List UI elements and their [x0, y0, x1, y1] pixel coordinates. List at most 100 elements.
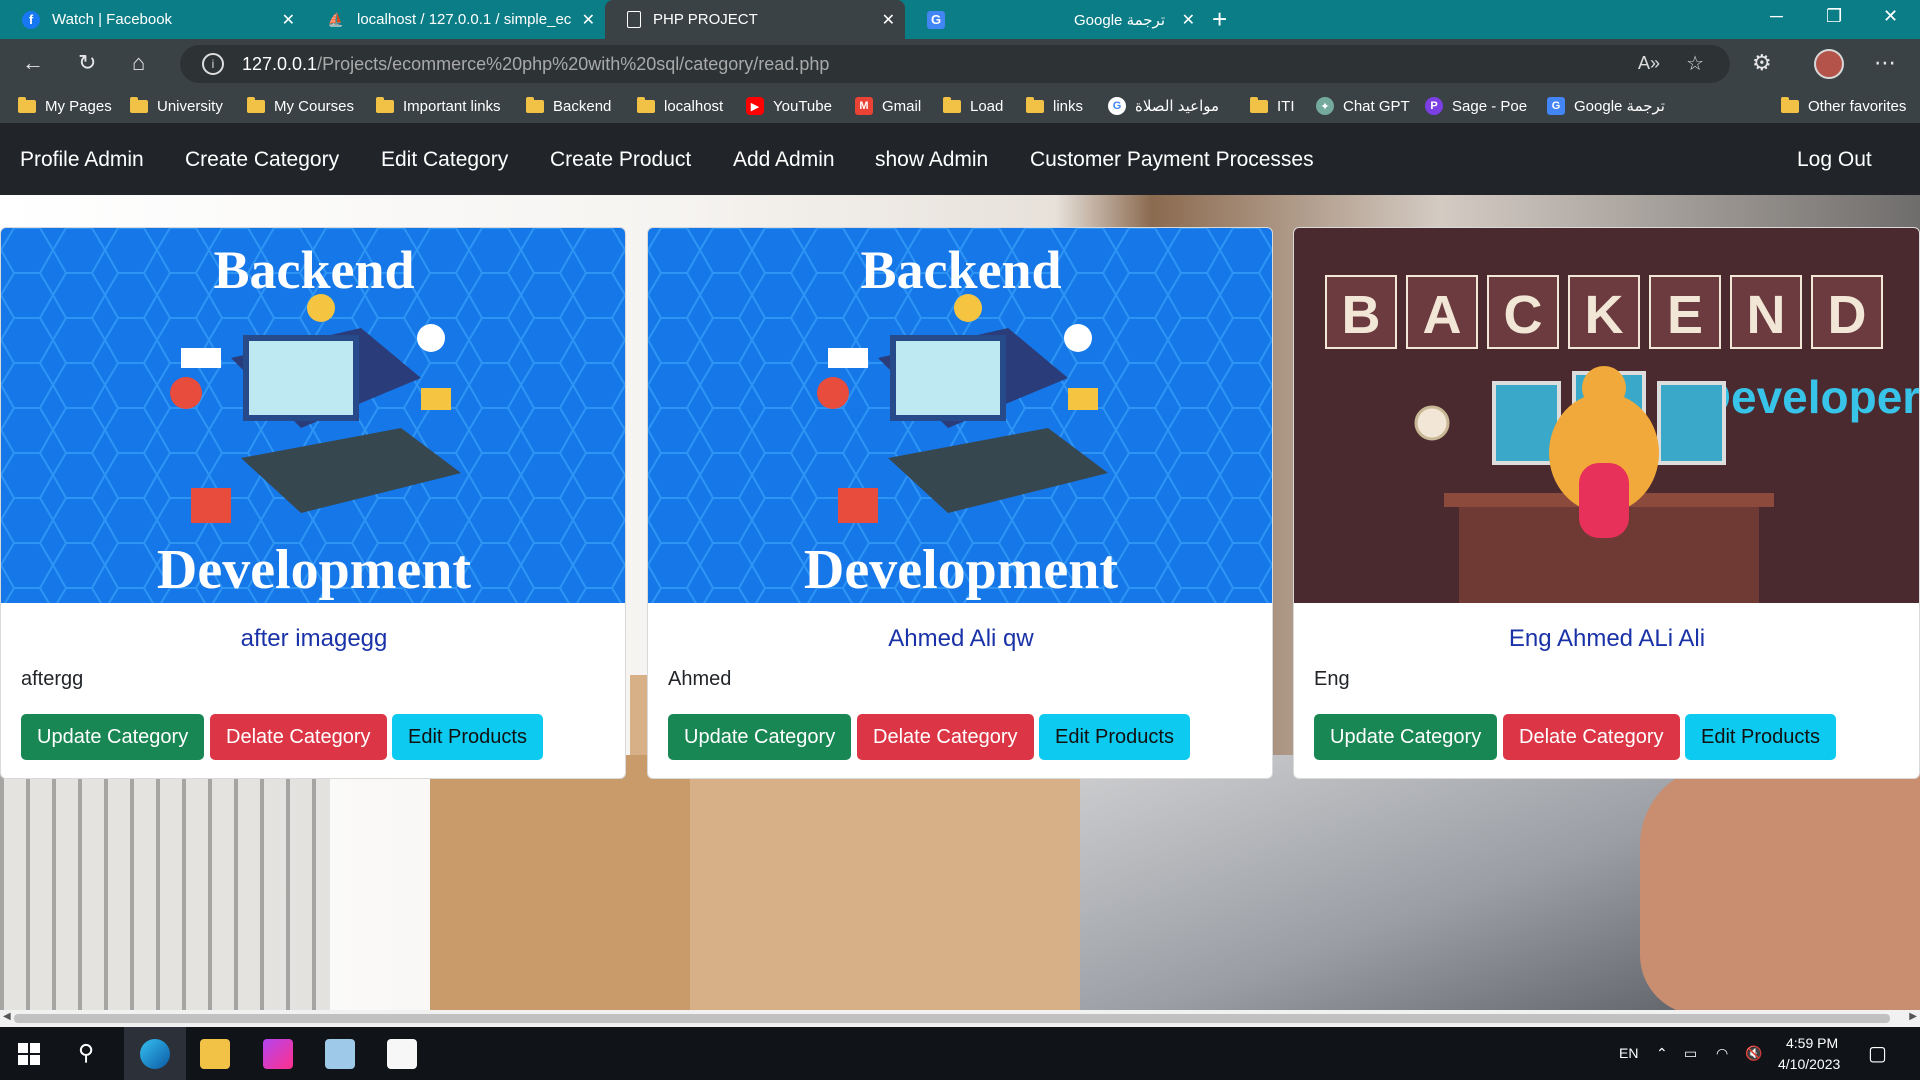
windows-taskbar: ⚲ EN ⌃ ▭ ◠ 🔇 4:59 PM 4/10/2023 ▢ — [0, 1027, 1920, 1080]
favorite-item[interactable]: M Gmail — [855, 96, 921, 116]
favorite-item[interactable]: ✦ Chat GPT — [1316, 96, 1410, 116]
horizontal-scrollbar[interactable]: ◀ ▶ — [0, 1010, 1920, 1027]
app-icon[interactable] — [325, 1039, 355, 1069]
tab-facebook[interactable]: f Watch | Facebook ✕ — [0, 0, 305, 39]
info-icon[interactable]: i — [202, 53, 224, 75]
close-icon[interactable]: ✕ — [1182, 10, 1195, 30]
restore-icon[interactable]: ❐ — [1826, 6, 1842, 27]
favorite-item[interactable]: My Courses — [247, 96, 354, 116]
scroll-left-icon[interactable]: ◀ — [3, 1011, 11, 1022]
favorite-item[interactable]: ITI — [1250, 96, 1295, 116]
volume-muted-icon[interactable]: 🔇 — [1745, 1045, 1762, 1062]
close-icon[interactable]: ✕ — [582, 10, 595, 30]
windows-start-icon[interactable] — [18, 1043, 40, 1065]
url-path: /Projects/ecommerce%20php%20with%20sql/c… — [317, 54, 830, 74]
wifi-icon[interactable]: ◠ — [1716, 1045, 1728, 1062]
category-card: B A C K E N D Developer Eng Ahmed ALi Al… — [1293, 227, 1920, 779]
tab-php-project[interactable]: PHP PROJECT ✕ — [605, 0, 905, 39]
clock-time[interactable]: 4:59 PM — [1786, 1035, 1838, 1051]
folder-icon — [130, 96, 148, 113]
file-explorer-icon[interactable] — [200, 1039, 230, 1069]
favorite-item[interactable]: University — [130, 96, 223, 116]
home-icon[interactable]: ⌂ — [132, 50, 145, 76]
category-card: Backend Development after imagegg afterg… — [0, 227, 626, 779]
svg-text:Backend: Backend — [860, 240, 1061, 300]
url-host: 127.0.0.1 — [242, 54, 318, 74]
chevron-up-icon[interactable]: ⌃ — [1656, 1045, 1668, 1062]
search-icon[interactable]: ⚲ — [78, 1040, 94, 1066]
favorite-item[interactable]: G مواعيد الصلاة — [1108, 96, 1219, 116]
background-photo-hand — [1640, 765, 1920, 1010]
address-toolbar: ← ↻ ⌂ i 127.0.0.1/Projects/ecommerce%20p… — [0, 39, 1920, 89]
phpstorm-icon[interactable] — [263, 1039, 293, 1069]
nav-customer-payment[interactable]: Customer Payment Processes — [1030, 148, 1314, 172]
minimize-icon[interactable]: ─ — [1770, 6, 1783, 27]
update-category-button[interactable]: Update Category — [668, 714, 852, 760]
favorite-item[interactable]: localhost — [637, 96, 723, 116]
edge-icon[interactable] — [140, 1039, 170, 1069]
nav-logout[interactable]: Log Out — [1797, 148, 1872, 172]
background-photo-bag — [430, 755, 690, 1010]
tab-title: Google ترجمة — [1074, 11, 1165, 29]
admin-navbar: Profile Admin Create Category Edit Categ… — [0, 123, 1920, 195]
edit-products-button[interactable]: Edit Products — [392, 714, 543, 760]
scroll-right-icon[interactable]: ▶ — [1909, 1011, 1917, 1022]
facebook-icon: f — [22, 10, 40, 29]
card-description: aftergg — [21, 668, 84, 690]
delete-category-button[interactable]: Delate Category — [210, 714, 387, 760]
card-title: Eng Ahmed ALi Ali — [1508, 625, 1706, 652]
delete-category-button[interactable]: Delate Category — [857, 714, 1034, 760]
window-close-icon[interactable]: ✕ — [1883, 6, 1898, 27]
close-icon[interactable]: ✕ — [282, 10, 295, 30]
nav-add-admin[interactable]: Add Admin — [733, 148, 835, 172]
back-icon[interactable]: ← — [22, 50, 44, 76]
extensions-icon[interactable]: ⚙ — [1752, 50, 1772, 76]
google-translate-icon: G — [927, 10, 945, 29]
card-image: Backend Development — [648, 228, 1272, 603]
favorite-item[interactable]: P Sage - Poe — [1425, 96, 1527, 116]
language-indicator[interactable]: EN — [1619, 1045, 1638, 1061]
tab-title: PHP PROJECT — [653, 11, 758, 28]
tab-google-translate[interactable]: G Google ترجمة ✕ — [905, 0, 1205, 39]
favorite-item[interactable]: Load — [943, 96, 1003, 116]
browser-tab-strip: f Watch | Facebook ✕ ⛵ localhost / 127.0… — [0, 0, 1920, 39]
refresh-icon[interactable]: ↻ — [78, 50, 96, 76]
favorite-item[interactable]: Backend — [526, 96, 611, 116]
nav-edit-category[interactable]: Edit Category — [381, 148, 508, 172]
favorite-item[interactable]: Other favorites — [1781, 96, 1906, 116]
nav-create-product[interactable]: Create Product — [550, 148, 691, 172]
google-icon: G — [1108, 97, 1126, 115]
nav-show-admin[interactable]: show Admin — [875, 148, 988, 172]
favorite-item[interactable]: My Pages — [18, 96, 112, 116]
chatgpt-icon: ✦ — [1316, 97, 1334, 115]
battery-icon[interactable]: ▭ — [1684, 1045, 1697, 1062]
more-menu-icon[interactable]: ⋯ — [1874, 50, 1896, 76]
update-category-button[interactable]: Update Category — [21, 714, 205, 760]
read-aloud-icon[interactable]: A» — [1638, 53, 1660, 74]
app-icon[interactable] — [387, 1039, 417, 1069]
edit-products-button[interactable]: Edit Products — [1685, 714, 1836, 760]
card-title: Ahmed Ali qw — [888, 625, 1034, 652]
nav-create-category[interactable]: Create Category — [185, 148, 339, 172]
svg-text:E: E — [1667, 285, 1703, 345]
card-description: Eng — [1314, 668, 1350, 690]
notifications-icon[interactable]: ▢ — [1868, 1041, 1887, 1066]
scrollbar-thumb[interactable] — [14, 1014, 1890, 1023]
favorite-item[interactable]: ▶ YouTube — [746, 96, 832, 116]
new-tab-icon[interactable]: + — [1212, 4, 1227, 35]
avatar[interactable] — [1814, 49, 1844, 79]
close-icon[interactable]: ✕ — [882, 10, 895, 30]
poe-icon: P — [1425, 97, 1443, 115]
favorite-item[interactable]: Important links — [376, 96, 501, 116]
favorite-item[interactable]: G Google ترجمة — [1547, 96, 1665, 116]
tab-phpmyadmin[interactable]: ⛵ localhost / 127.0.0.1 / simple_ec ✕ — [305, 0, 605, 39]
update-category-button[interactable]: Update Category — [1314, 714, 1498, 760]
favorite-item[interactable]: links — [1026, 96, 1083, 116]
clock-date[interactable]: 4/10/2023 — [1778, 1056, 1840, 1072]
favorite-star-icon[interactable]: ☆ — [1686, 51, 1704, 76]
folder-icon — [1026, 96, 1044, 113]
delete-category-button[interactable]: Delate Category — [1503, 714, 1680, 760]
nav-profile-admin[interactable]: Profile Admin — [20, 148, 144, 172]
url-bar[interactable]: i 127.0.0.1/Projects/ecommerce%20php%20w… — [180, 45, 1730, 83]
edit-products-button[interactable]: Edit Products — [1039, 714, 1190, 760]
